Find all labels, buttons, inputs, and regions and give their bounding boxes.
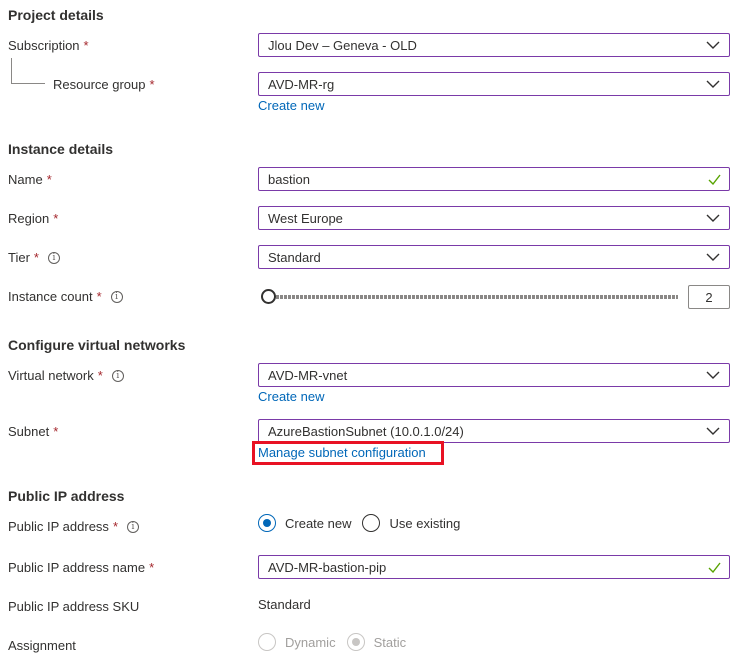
instance-count-input[interactable]: 2 xyxy=(688,285,730,309)
region-dropdown[interactable]: West Europe xyxy=(258,206,730,230)
tier-value: Standard xyxy=(268,249,321,265)
region-value: West Europe xyxy=(268,210,343,226)
instance-count-label-text: Instance count xyxy=(8,289,93,304)
subnet-dropdown[interactable]: AzureBastionSubnet (10.0.1.0/24) xyxy=(258,419,730,443)
required-marker: * xyxy=(97,368,103,383)
static-radio-label[interactable]: Static xyxy=(374,635,407,650)
create-new-vnet-link[interactable]: Create new xyxy=(258,389,324,404)
name-label: Name * xyxy=(8,172,52,187)
manage-subnet-configuration-link[interactable]: Manage subnet configuration xyxy=(252,441,444,465)
public-ip-name-label: Public IP address name * xyxy=(8,560,154,575)
section-public-ip-address: Public IP address xyxy=(8,488,125,504)
virtual-network-label: Virtual network * i xyxy=(8,368,124,383)
create-new-radio[interactable] xyxy=(258,514,276,532)
chevron-down-icon xyxy=(706,253,720,261)
info-icon[interactable]: i xyxy=(127,520,139,533)
section-instance-details: Instance details xyxy=(8,141,114,157)
dynamic-radio[interactable] xyxy=(258,633,276,651)
public-ip-name-value: AVD-MR-bastion-pip xyxy=(268,559,387,575)
tier-label-text: Tier xyxy=(8,250,30,265)
tier-label: Tier * i xyxy=(8,250,60,265)
subnet-value: AzureBastionSubnet (10.0.1.0/24) xyxy=(268,423,464,439)
resource-group-dropdown[interactable]: AVD-MR-rg xyxy=(258,72,730,96)
public-ip-sku-label: Public IP address SKU xyxy=(8,599,140,614)
subnet-label-text: Subnet xyxy=(8,424,50,439)
section-project-details: Project details xyxy=(8,7,104,23)
use-existing-radio[interactable] xyxy=(362,514,381,532)
info-icon[interactable]: i xyxy=(110,290,123,303)
instance-count-label: Instance count * i xyxy=(8,289,123,304)
section-configure-virtual-networks: Configure virtual networks xyxy=(8,337,186,353)
chevron-down-icon xyxy=(706,427,720,435)
tier-dropdown[interactable]: Standard xyxy=(258,245,730,269)
virtual-network-value: AVD-MR-vnet xyxy=(268,367,348,383)
chevron-down-icon xyxy=(706,80,720,88)
public-ip-address-label-text: Public IP address xyxy=(8,519,109,534)
virtual-network-dropdown[interactable]: AVD-MR-vnet xyxy=(258,363,730,387)
required-marker: * xyxy=(149,77,155,92)
region-label-text: Region xyxy=(8,211,50,226)
name-value: bastion xyxy=(268,171,310,187)
subscription-dropdown[interactable]: Jlou Dev – Geneva - OLD xyxy=(258,33,730,57)
required-marker: * xyxy=(112,519,118,534)
resource-group-value: AVD-MR-rg xyxy=(268,76,335,92)
virtual-network-label-text: Virtual network xyxy=(8,368,94,383)
required-marker: * xyxy=(53,211,59,226)
subscription-value: Jlou Dev – Geneva - OLD xyxy=(268,37,417,53)
required-marker: * xyxy=(83,38,89,53)
required-marker: * xyxy=(33,250,39,265)
public-ip-radio-group: Create new Use existing xyxy=(258,514,471,532)
static-radio[interactable] xyxy=(346,633,365,651)
tree-connector xyxy=(11,58,45,84)
checkmark-icon xyxy=(708,562,721,573)
public-ip-sku-value: Standard xyxy=(258,597,311,612)
subscription-label: Subscription * xyxy=(8,38,89,53)
use-existing-radio-label[interactable]: Use existing xyxy=(389,516,460,531)
chevron-down-icon xyxy=(706,41,720,49)
assignment-label: Assignment xyxy=(8,638,76,653)
required-marker: * xyxy=(96,289,102,304)
name-input[interactable]: bastion xyxy=(258,167,730,191)
required-marker: * xyxy=(149,560,155,575)
required-marker: * xyxy=(53,424,59,439)
chevron-down-icon xyxy=(706,371,720,379)
info-icon[interactable]: i xyxy=(47,251,60,264)
subscription-label-text: Subscription xyxy=(8,38,80,53)
resource-group-label-text: Resource group xyxy=(53,77,146,92)
resource-group-label: Resource group * xyxy=(53,77,155,92)
subnet-label: Subnet * xyxy=(8,424,58,439)
create-new-resource-group-link[interactable]: Create new xyxy=(258,98,324,113)
assignment-radio-group: Dynamic Static xyxy=(258,633,417,651)
public-ip-name-label-text: Public IP address name xyxy=(8,560,146,575)
public-ip-name-input[interactable]: AVD-MR-bastion-pip xyxy=(258,555,730,579)
required-marker: * xyxy=(46,172,52,187)
info-icon[interactable]: i xyxy=(111,369,124,382)
chevron-down-icon xyxy=(706,214,720,222)
create-new-radio-label[interactable]: Create new xyxy=(285,516,351,531)
public-ip-address-label: Public IP address * i xyxy=(8,519,139,534)
name-label-text: Name xyxy=(8,172,43,187)
checkmark-icon xyxy=(708,174,721,185)
dynamic-radio-label[interactable]: Dynamic xyxy=(285,635,336,650)
region-label: Region * xyxy=(8,211,58,226)
instance-count-slider-thumb[interactable] xyxy=(261,289,276,304)
instance-count-slider-track[interactable] xyxy=(268,295,678,299)
